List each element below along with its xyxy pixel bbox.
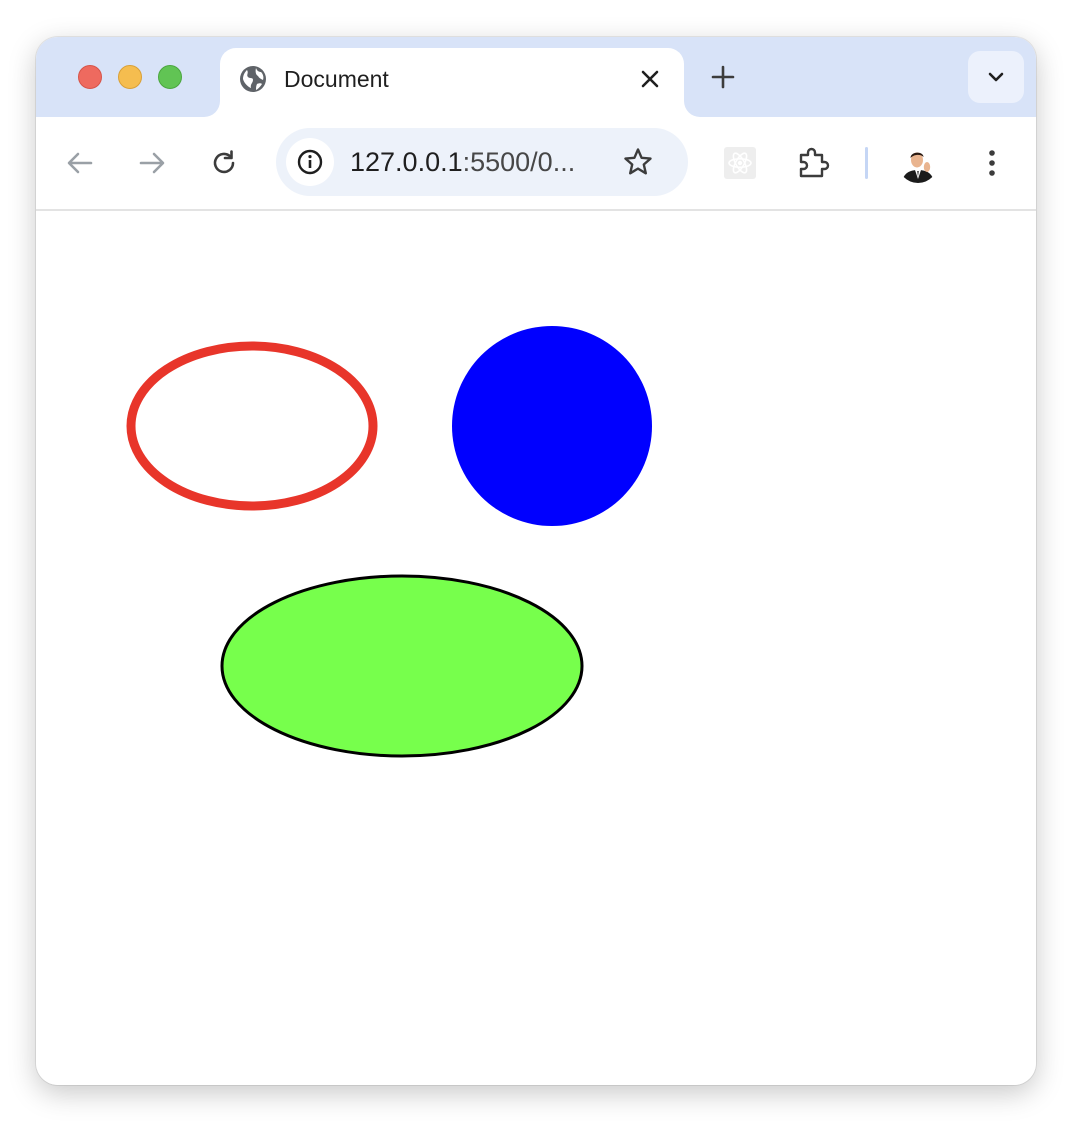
reload-icon[interactable] <box>208 147 240 179</box>
toolbar: 127.0.0.1:5500/0... <box>36 117 1036 211</box>
shapes-canvas <box>126 326 652 758</box>
close-tab-icon[interactable] <box>636 65 664 93</box>
url-text[interactable]: 127.0.0.1:5500/0... <box>350 147 600 177</box>
tab-search-button[interactable] <box>968 51 1024 103</box>
bookmark-star-icon[interactable] <box>622 146 654 178</box>
minimize-window-button[interactable] <box>118 65 142 89</box>
extensions-puzzle-icon[interactable] <box>796 146 830 180</box>
maximize-window-button[interactable] <box>158 65 182 89</box>
back-arrow-icon[interactable] <box>64 147 96 179</box>
react-devtools-icon[interactable] <box>724 147 756 179</box>
tab-title: Document <box>284 66 389 92</box>
more-menu-icon[interactable] <box>978 145 1006 181</box>
red-outline-ellipse <box>126 341 378 511</box>
url-host: 127.0.0.1 <box>350 147 463 177</box>
chevron-down-icon <box>988 72 1004 82</box>
address-bar[interactable]: 127.0.0.1:5500/0... <box>276 128 688 196</box>
forward-arrow-icon[interactable] <box>136 147 168 179</box>
tab-document[interactable]: Document <box>220 48 684 117</box>
site-info-button[interactable] <box>286 138 334 186</box>
globe-icon <box>240 66 266 92</box>
url-path: :5500/0... <box>462 147 576 177</box>
blue-circle <box>452 326 652 526</box>
page-content <box>36 211 1036 1085</box>
new-tab-icon[interactable] <box>708 62 738 92</box>
profile-avatar[interactable] <box>898 143 938 183</box>
green-ellipse <box>220 574 584 758</box>
react-atom-icon <box>728 152 752 174</box>
info-icon <box>297 149 323 175</box>
close-window-button[interactable] <box>78 65 102 89</box>
tab-strip: Document <box>36 37 1036 117</box>
browser-window: Document 127.0.0.1:5500/0... <box>36 37 1036 1085</box>
toolbar-divider <box>865 147 868 179</box>
profile-picture <box>898 143 938 183</box>
